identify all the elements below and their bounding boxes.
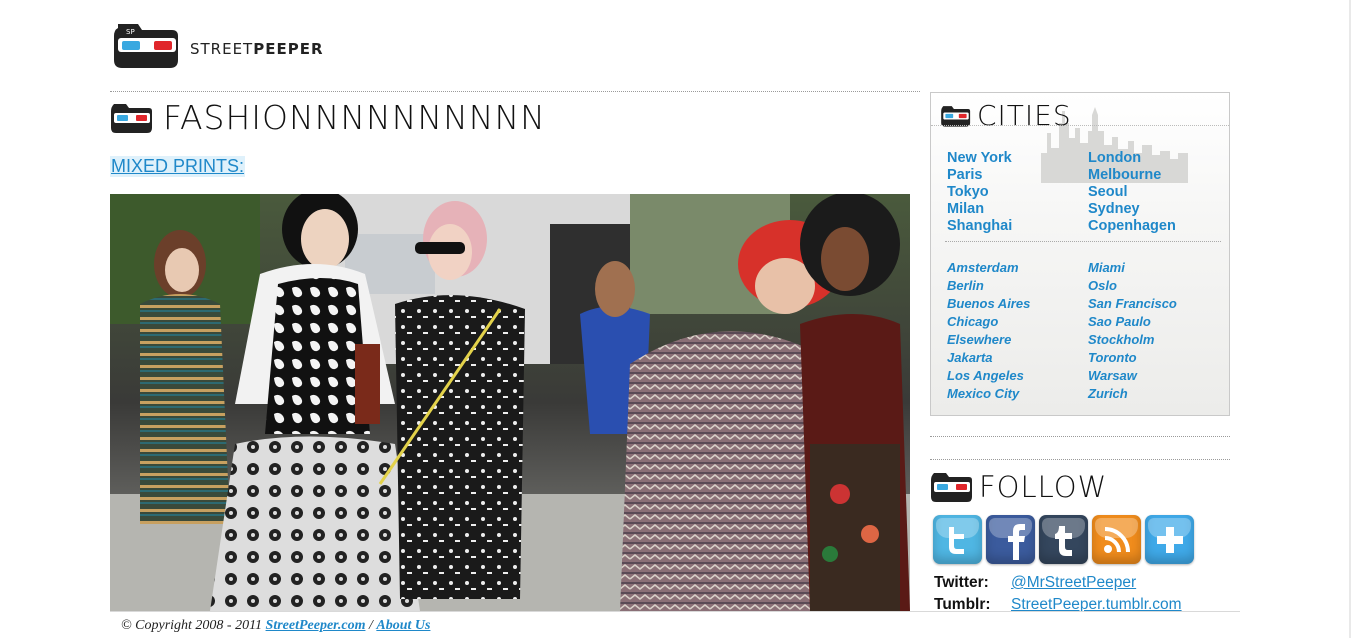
follow-label: Twitter: (934, 574, 989, 591)
city-link[interactable]: Los Angeles (947, 367, 1088, 385)
city-link[interactable]: Mexico City (947, 385, 1088, 403)
city-link[interactable]: Oslo (1088, 277, 1229, 295)
city-link[interactable]: Toronto (1088, 349, 1229, 367)
divider (930, 436, 1230, 437)
city-link[interactable]: Shanghai (947, 218, 1088, 235)
section-heading: FASHIONNNNNNNNNN (163, 98, 546, 137)
city-link[interactable]: Miami (1088, 259, 1229, 277)
city-link[interactable]: Sao Paulo (1088, 313, 1229, 331)
separator: / (368, 618, 373, 633)
city-link[interactable]: Elsewhere (947, 331, 1088, 349)
city-link[interactable]: Buenos Aires (947, 295, 1088, 313)
city-link[interactable]: San Francisco (1088, 295, 1229, 313)
city-link[interactable]: Melbourne (1088, 167, 1229, 184)
city-link[interactable]: New York (947, 150, 1088, 167)
street-style-photo[interactable] (110, 194, 910, 611)
city-link[interactable]: Milan (947, 201, 1088, 218)
about-us-link[interactable]: About Us (376, 618, 430, 633)
follow-row: Twitter: @MrStreetPeeper (934, 572, 1182, 594)
follow-heading-text: FOLLOW (979, 470, 1108, 504)
viewmaster-icon (111, 103, 152, 133)
viewmaster-icon (941, 105, 971, 127)
more-cities-list: Amsterdam Miami Berlin Oslo Buenos Aires… (947, 259, 1229, 403)
site-logo[interactable]: SP STREETPEEPER (112, 20, 324, 77)
post-title-link[interactable]: MIXED PRINTS: (110, 156, 246, 177)
tumblr-icon[interactable] (1039, 515, 1088, 564)
rss-icon[interactable] (1092, 515, 1141, 564)
city-link[interactable]: Seoul (1088, 184, 1229, 201)
city-link[interactable]: Chicago (947, 313, 1088, 331)
viewmaster-icon (931, 473, 972, 502)
twitter-link[interactable]: @MrStreetPeeper (1011, 574, 1136, 592)
site-link[interactable]: StreetPeeper.com (266, 618, 366, 633)
divider (931, 125, 1229, 126)
divider (930, 459, 1230, 460)
city-link[interactable]: Stockholm (1088, 331, 1229, 349)
city-link[interactable]: Warsaw (1088, 367, 1229, 385)
facebook-icon[interactable] (986, 515, 1035, 564)
city-link[interactable]: Tokyo (947, 184, 1088, 201)
page-title: FASHIONNNNNNNNNN (111, 98, 546, 137)
divider (110, 91, 920, 92)
social-icons (933, 515, 1194, 564)
viewmaster-logo-icon: SP (112, 20, 182, 77)
twitter-icon[interactable] (933, 515, 982, 564)
city-link[interactable]: Paris (947, 167, 1088, 184)
city-link[interactable]: Sydney (1088, 201, 1229, 218)
cities-heading: CITIES (941, 99, 1072, 132)
city-link[interactable]: Berlin (947, 277, 1088, 295)
city-link[interactable]: Jakarta (947, 349, 1088, 367)
copyright-label: © Copyright 2008 - 2011 (121, 618, 263, 633)
follow-links: Twitter: @MrStreetPeeper Tumblr: StreetP… (934, 572, 1182, 616)
city-link[interactable]: London (1088, 150, 1229, 167)
copyright-text: © Copyright 2008 - 2011 StreetPeeper.com… (121, 618, 430, 634)
svg-text:SP: SP (126, 28, 135, 36)
city-link[interactable]: Copenhagen (1088, 218, 1229, 235)
major-cities-list: New York London Paris Melbourne Tokyo Se… (947, 150, 1229, 235)
divider (945, 241, 1221, 242)
city-link[interactable]: Zurich (1088, 385, 1229, 403)
city-link[interactable]: Amsterdam (947, 259, 1088, 277)
follow-heading: FOLLOW (931, 470, 1107, 504)
cities-panel: CITIES New York London Paris Melbourne T… (930, 92, 1230, 416)
cities-heading-text: CITIES (977, 99, 1072, 132)
site-name: STREETPEEPER (190, 39, 324, 58)
plus-icon[interactable] (1145, 515, 1194, 564)
footer: © Copyright 2008 - 2011 StreetPeeper.com… (110, 611, 1240, 638)
